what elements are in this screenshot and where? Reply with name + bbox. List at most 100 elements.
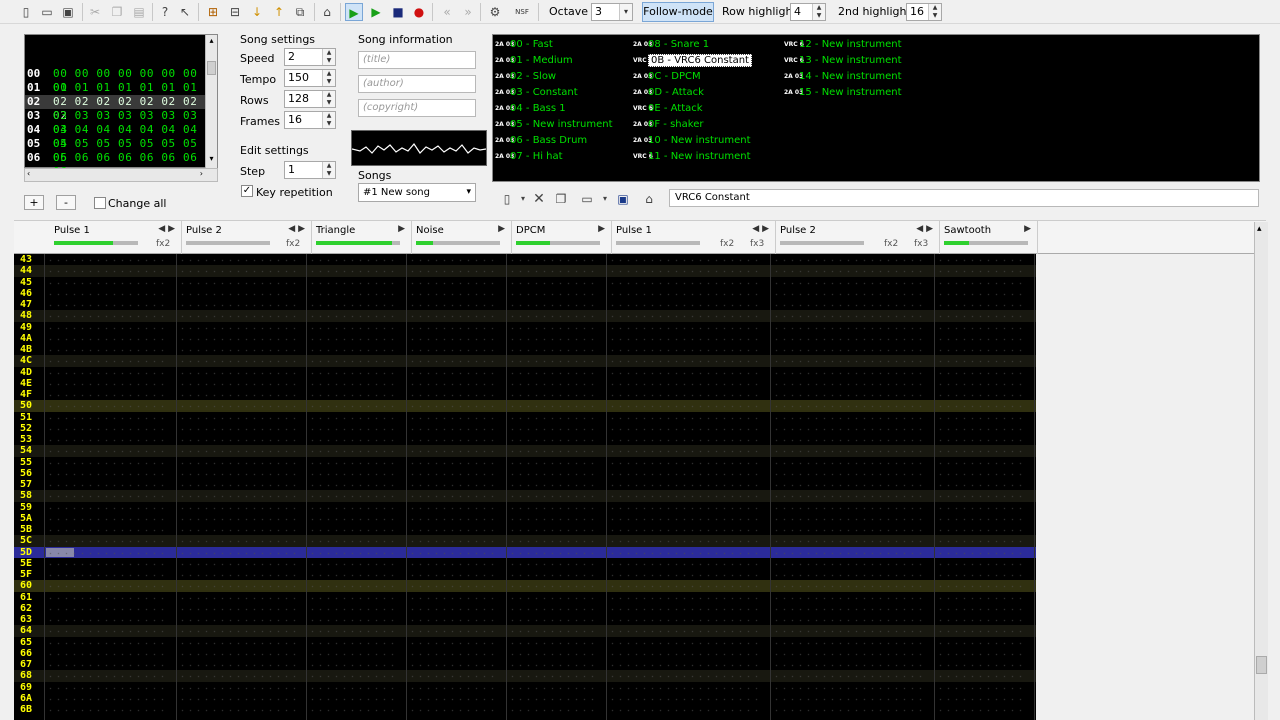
effect-column-label[interactable]: fx2 bbox=[884, 239, 898, 249]
move-frame-down-icon[interactable]: ↓ bbox=[248, 3, 266, 21]
instrument-item[interactable]: 2A 030D - Attack bbox=[633, 85, 704, 101]
follow-mode-button[interactable]: Follow-mode bbox=[642, 2, 714, 22]
remove-instrument-icon[interactable]: ✕ bbox=[530, 190, 548, 208]
octave-select[interactable]: 3 ▾ bbox=[591, 3, 633, 21]
instrument-name-field[interactable]: VRC6 Constant bbox=[669, 189, 1259, 207]
channel-arrows-icon[interactable]: ▶ bbox=[598, 224, 605, 234]
rows-spinner[interactable]: 128 ▲ ▼ bbox=[284, 90, 336, 108]
instrument-item[interactable]: 2A 0301 - Medium bbox=[495, 53, 573, 69]
channel-arrows-icon[interactable]: ◀ ▶ bbox=[752, 224, 769, 234]
effect-column-label[interactable]: fx2 bbox=[156, 239, 170, 249]
scroll-up-icon[interactable]: ▴ bbox=[207, 36, 216, 48]
instrument-item[interactable]: 2A 0303 - Constant bbox=[495, 85, 578, 101]
frame-row[interactable]: 05 05 05 05 05 05 05 05 05 bbox=[25, 137, 207, 164]
frames-spinner[interactable]: 16 ▲ ▼ bbox=[284, 111, 336, 129]
instrument-item[interactable]: 2A 0310 - New instrument bbox=[633, 133, 751, 149]
help-icon[interactable]: ? bbox=[156, 3, 174, 21]
edit-instrument-icon[interactable]: ⌂ bbox=[640, 190, 658, 208]
instrument-item[interactable]: 2A 0315 - New instrument bbox=[784, 85, 902, 101]
settings-icon[interactable]: ⚙ bbox=[486, 3, 504, 21]
instrument-item[interactable]: 2A 0314 - New instrument bbox=[784, 69, 902, 85]
instrument-item[interactable]: VRC 60E - Attack bbox=[633, 101, 703, 117]
record-icon[interactable]: ● bbox=[410, 3, 428, 21]
channel-arrows-icon[interactable]: ▶ bbox=[398, 224, 405, 234]
channel-dpcm[interactable]: DPCM ▶ bbox=[512, 221, 612, 255]
spin-arrows-icon[interactable]: ▲ ▼ bbox=[322, 70, 335, 86]
remove-frame-button[interactable]: - bbox=[56, 195, 76, 210]
frame-horizontal-scrollbar[interactable]: ‹ › bbox=[24, 168, 218, 182]
channel-noise[interactable]: Noise ▶ bbox=[412, 221, 512, 255]
previous-song-icon[interactable]: « bbox=[438, 3, 456, 21]
frame-row[interactable]: 04 04 04 04 04 04 04 04 04 bbox=[25, 123, 207, 150]
song-author-field[interactable]: (author) bbox=[358, 75, 476, 93]
channel-arrows-icon[interactable]: ◀ ▶ bbox=[158, 224, 175, 234]
paste-icon[interactable]: ▤ bbox=[130, 3, 148, 21]
instrument-item[interactable]: VRC 612 - New instrument bbox=[784, 37, 902, 53]
speed-spinner[interactable]: 2 ▲ ▼ bbox=[284, 48, 336, 66]
duplicate-frame-icon[interactable]: ⧉ bbox=[291, 3, 309, 21]
step-spinner[interactable]: 1 ▲ ▼ bbox=[284, 161, 336, 179]
frame-row[interactable]: 00 00 00 00 00 00 00 00 00 bbox=[25, 67, 207, 94]
frame-list[interactable]: 00 00 00 00 00 00 00 00 00 01 01 01 01 01 0… bbox=[24, 34, 218, 178]
frame-row[interactable]: 03 03 03 03 03 03 03 03 03 bbox=[25, 109, 207, 136]
cut-icon[interactable]: ✂ bbox=[86, 3, 104, 21]
play-icon[interactable]: ▶ bbox=[345, 3, 363, 21]
scroll-thumb[interactable] bbox=[1256, 656, 1267, 674]
effect-column-label[interactable]: fx3 bbox=[914, 239, 928, 249]
scroll-thumb[interactable] bbox=[207, 61, 216, 75]
scroll-right-icon[interactable]: › bbox=[200, 169, 203, 178]
spin-arrows-icon[interactable]: ▲ ▼ bbox=[322, 162, 335, 178]
channel-pulse-1[interactable]: Pulse 1 ◀ ▶ fx2 fx3 bbox=[612, 221, 776, 255]
second-highlight-spinner[interactable]: 16 ▲ ▼ bbox=[906, 3, 942, 21]
clone-instrument-icon[interactable]: ❐ bbox=[552, 190, 570, 208]
instrument-item[interactable]: VRC 613 - New instrument bbox=[784, 53, 902, 69]
chevron-down-icon[interactable]: ▾ bbox=[596, 190, 614, 208]
frame-row[interactable]: 0101 01 01 01 01 01 01 01 bbox=[25, 81, 207, 108]
scroll-up-icon[interactable]: ▴ bbox=[1257, 224, 1262, 234]
instrument-item[interactable]: 2A 0307 - Hi hat bbox=[495, 149, 563, 165]
effect-column-label[interactable]: fx2 bbox=[286, 239, 300, 249]
scroll-down-icon[interactable]: ▾ bbox=[207, 154, 216, 166]
change-all-checkbox[interactable] bbox=[94, 197, 106, 209]
instrument-item[interactable]: 2A 0305 - New instrument bbox=[495, 117, 613, 133]
channel-pulse-1[interactable]: Pulse 1 ◀ ▶ fx2 bbox=[50, 221, 182, 255]
instrument-item[interactable]: 2A 0308 - Snare 1 bbox=[633, 37, 709, 53]
save-icon[interactable]: ▣ bbox=[59, 3, 77, 21]
song-select[interactable]: #1 New song ▾ bbox=[358, 183, 476, 202]
instrument-item[interactable]: 2A 0306 - Bass Drum bbox=[495, 133, 587, 149]
frame-row[interactable]: 02 02 02 02 02 02 02 02 02 bbox=[25, 95, 207, 122]
spin-arrows-icon[interactable]: ▲ ▼ bbox=[322, 112, 335, 128]
channel-arrows-icon[interactable]: ◀ ▶ bbox=[288, 224, 305, 234]
instrument-list[interactable]: 2A 0300 - Fast 2A 0301 - Medium 2A 0302 - … bbox=[492, 34, 1260, 182]
context-help-icon[interactable]: ↖ bbox=[176, 3, 194, 21]
pattern-vertical-scrollbar[interactable]: ▴ bbox=[1254, 222, 1268, 720]
spin-arrows-icon[interactable]: ▲ ▼ bbox=[928, 4, 941, 20]
spin-arrows-icon[interactable]: ▲ ▼ bbox=[322, 49, 335, 65]
module-properties-icon[interactable]: ⌂ bbox=[318, 3, 336, 21]
effect-column-label[interactable]: fx3 bbox=[750, 239, 764, 249]
nsf-export-icon[interactable]: NSF bbox=[511, 3, 533, 21]
effect-column-label[interactable]: fx2 bbox=[720, 239, 734, 249]
copy-icon[interactable]: ❐ bbox=[108, 3, 126, 21]
load-instrument-icon[interactable]: ▭ bbox=[578, 190, 596, 208]
song-title-field[interactable]: (title) bbox=[358, 51, 476, 69]
scroll-left-icon[interactable]: ‹ bbox=[27, 169, 30, 178]
save-instrument-icon[interactable]: ▣ bbox=[614, 190, 632, 208]
channel-triangle[interactable]: Triangle ▶ bbox=[312, 221, 412, 255]
instrument-item[interactable]: 2A 0302 - Slow bbox=[495, 69, 556, 85]
insert-frame-icon[interactable]: ⊞ bbox=[204, 3, 222, 21]
tempo-spinner[interactable]: 150 ▲ ▼ bbox=[284, 69, 336, 87]
instrument-item[interactable]: 2A 0304 - Bass 1 bbox=[495, 101, 566, 117]
channel-pulse-2[interactable]: Pulse 2 ◀ ▶ fx2 bbox=[182, 221, 312, 255]
song-copyright-field[interactable]: (copyright) bbox=[358, 99, 476, 117]
spin-arrows-icon[interactable]: ▲ ▼ bbox=[322, 91, 335, 107]
channel-pulse-2[interactable]: Pulse 2 ◀ ▶ fx2 fx3 bbox=[776, 221, 940, 255]
key-repetition-checkbox[interactable]: ✓ bbox=[241, 185, 253, 197]
spin-arrows-icon[interactable]: ▲ ▼ bbox=[812, 4, 825, 20]
add-frame-button[interactable]: + bbox=[24, 195, 44, 210]
frame-vertical-scrollbar[interactable]: ▴ ▾ bbox=[205, 35, 217, 168]
new-file-icon[interactable]: ▯ bbox=[17, 3, 35, 21]
move-frame-up-icon[interactable]: ↑ bbox=[270, 3, 288, 21]
instrument-item[interactable]: VRC 611 - New instrument bbox=[633, 149, 751, 165]
row-highlight-spinner[interactable]: 4 ▲ ▼ bbox=[790, 3, 826, 21]
